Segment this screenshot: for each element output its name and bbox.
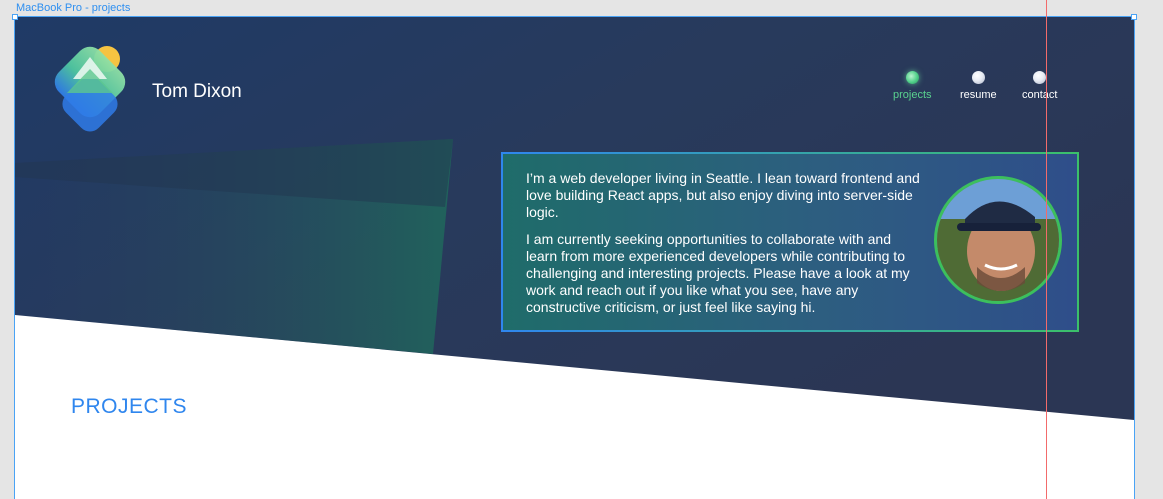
nav-label: contact (1022, 89, 1058, 101)
nav-dot-icon (971, 71, 985, 84)
nav-projects[interactable]: projects (893, 71, 932, 101)
selection-handle[interactable] (12, 14, 18, 20)
about-paragraph: I’m a web developer living in Seattle. I… (526, 170, 920, 220)
nav-dot-icon (1033, 71, 1047, 84)
about-text: I’m a web developer living in Seattle. I… (526, 170, 921, 326)
frame-label[interactable]: MacBook Pro - projects (16, 2, 130, 14)
nav-label: resume (960, 89, 997, 101)
selection-handle[interactable] (1131, 14, 1137, 20)
nav-resume[interactable]: resume (960, 71, 997, 101)
nav-dot-icon (905, 71, 919, 84)
nav-contact[interactable]: contact (1022, 71, 1057, 101)
about-paragraph: I am currently seeking opportunities to … (526, 231, 910, 315)
profile-photo-illustration (937, 179, 1059, 301)
guide-line (1046, 0, 1047, 499)
site-name[interactable]: Tom Dixon (152, 81, 242, 103)
profile-photo (934, 176, 1062, 304)
about-card: I’m a web developer living in Seattle. I… (501, 152, 1079, 332)
projects-heading: PROJECTS (71, 395, 188, 418)
mountain-sun-logo-icon[interactable] (45, 43, 135, 133)
artboard-macbook-pro-projects[interactable]: Tom Dixon projects resume contact I’m a … (14, 16, 1135, 499)
nav-label: projects (893, 89, 932, 101)
